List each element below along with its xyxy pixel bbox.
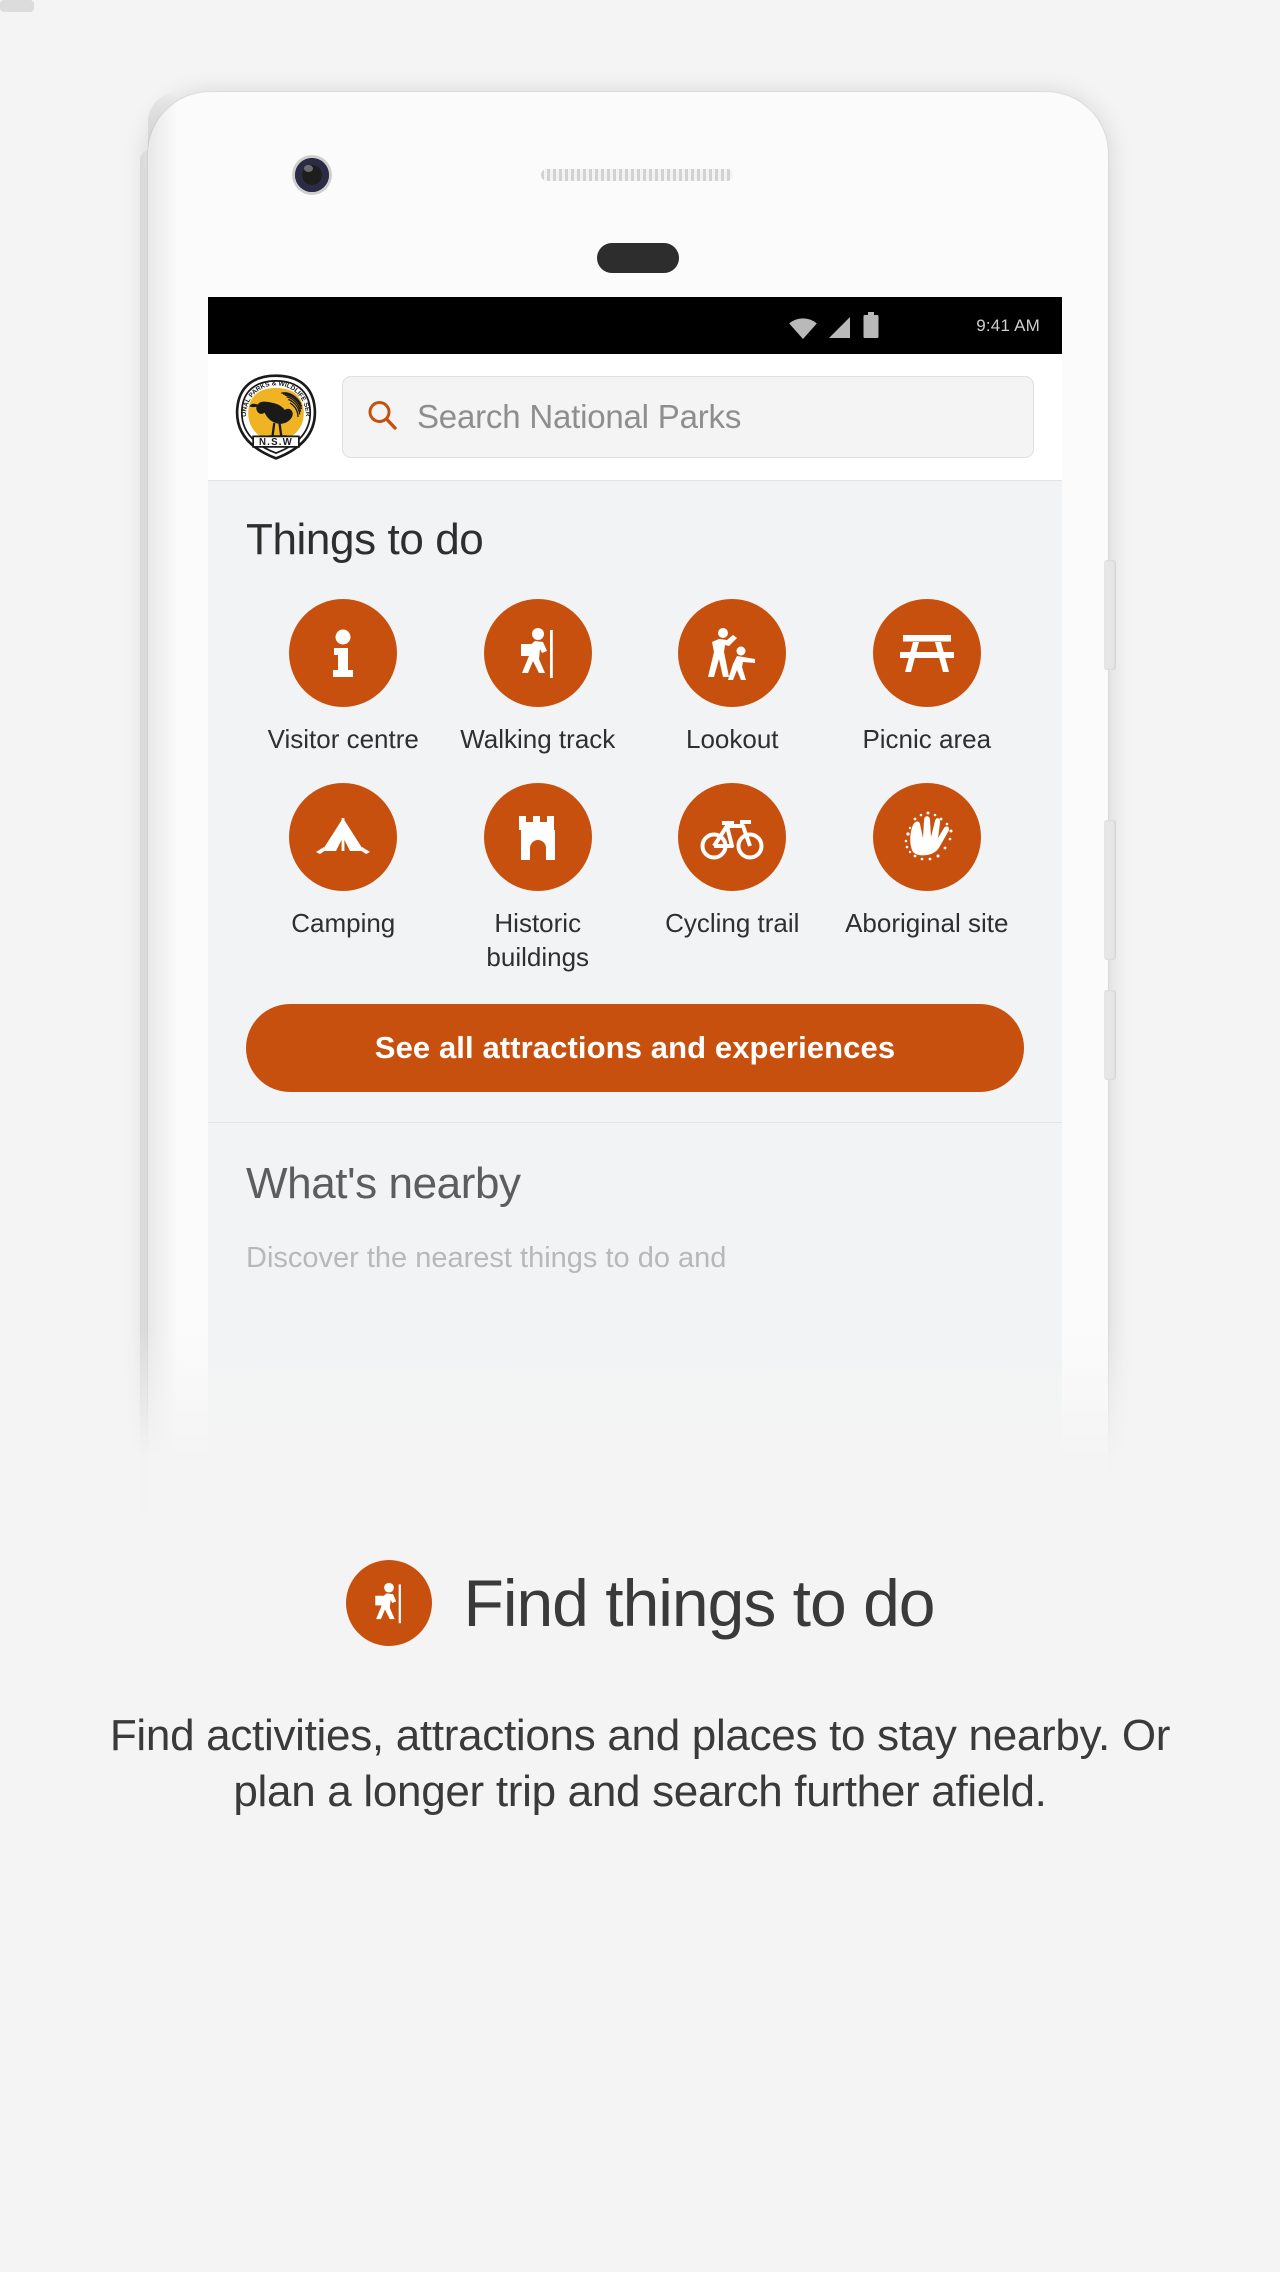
npws-logo[interactable]: N.S.W NATIONAL PARKS & WILDLIFE SERVICE: [230, 368, 320, 461]
hiker-icon: [345, 1560, 432, 1646]
wifi-icon: [788, 317, 818, 339]
volume-up-button[interactable]: [1104, 820, 1116, 960]
tile-label: Picnic area: [862, 724, 992, 754]
phone-screen: 9:41 AM N.S.W ONAL PARKS & WILDLIFE SER …: [208, 297, 1062, 1493]
tile-visitor-centre[interactable]: Visitor centre: [246, 599, 441, 757]
see-all-attractions-button[interactable]: See all attractions and experiences: [246, 1004, 1024, 1093]
caption-body: Find activities, attractions and places …: [109, 1711, 1171, 1816]
status-bar-time: 9:41 AM: [976, 315, 1040, 335]
phone-mockup: 9:41 AM N.S.W ONAL PARKS & WILDLIFE SER …: [0, 0, 1280, 1520]
things-to-do-card: Things to do Visitor centre Walking trac…: [208, 481, 1062, 1124]
aboriginal-hand-stencil-icon: [872, 782, 981, 891]
home-indicator[interactable]: [597, 243, 679, 273]
whats-nearby-title: What's nearby: [246, 1159, 521, 1209]
tile-picnic-area[interactable]: Picnic area: [830, 599, 1025, 757]
tile-label: Cycling trail: [665, 907, 800, 938]
page-title: Things to do: [246, 515, 484, 564]
caption-heading: Find things to do: [0, 1560, 1280, 1646]
search-placeholder: Search National Parks: [417, 398, 742, 435]
svg-text:N.S.W: N.S.W: [259, 437, 293, 448]
screen-fade-overlay: [208, 1343, 1062, 1493]
hiker-icon: [483, 599, 592, 707]
search-icon: [365, 398, 399, 437]
search-input[interactable]: Search National Parks: [342, 376, 1034, 458]
tent-icon: [289, 782, 398, 891]
tile-camping[interactable]: Camping: [246, 782, 441, 975]
information-icon: [289, 599, 398, 707]
things-to-do-grid: Visitor centre Walking track Lookout Pic…: [246, 599, 1024, 974]
caption-title: Find things to do: [463, 1566, 936, 1640]
picnic-table-icon: [872, 599, 981, 707]
tile-label: Visitor centre: [267, 724, 419, 754]
tile-cycling-trail[interactable]: Cycling trail: [635, 782, 830, 975]
power-button[interactable]: [1104, 560, 1116, 670]
tile-lookout[interactable]: Lookout: [635, 599, 830, 757]
status-bar-icons: [788, 312, 880, 339]
caption-block: Find things to do Find activities, attra…: [0, 1560, 1280, 1820]
lookout-icon: [678, 599, 787, 707]
tile-aboriginal-site[interactable]: Aboriginal site: [830, 782, 1025, 975]
earpiece-speaker: [541, 169, 733, 181]
tile-label: Lookout: [685, 724, 779, 754]
cell-signal-icon: [828, 316, 852, 339]
tile-walking-track[interactable]: Walking track: [441, 599, 636, 757]
status-bar: 9:41 AM: [208, 297, 1062, 354]
tile-historic-buildings[interactable]: Historic buildings: [441, 782, 636, 975]
front-camera-icon: [295, 158, 329, 192]
battery-icon: [862, 312, 880, 339]
tile-label: Walking track: [460, 724, 616, 754]
app-content: Things to do Visitor centre Walking trac…: [208, 481, 1062, 1493]
tile-label: Aboriginal site: [845, 907, 1009, 938]
tile-label: Camping: [291, 907, 396, 938]
whats-nearby-subtitle: Discover the nearest things to do and: [246, 1242, 727, 1275]
bicycle-icon: [678, 782, 787, 891]
castle-tower-icon: [483, 782, 592, 891]
tile-label: Historic buildings: [486, 907, 590, 972]
top-antenna-strip: [0, 0, 34, 12]
app-header: N.S.W NATIONAL PARKS & WILDLIFE SERVICE …: [208, 354, 1062, 481]
whats-nearby-section: What's nearby Discover the nearest thing…: [208, 1123, 1062, 1279]
volume-down-button[interactable]: [1104, 990, 1116, 1080]
